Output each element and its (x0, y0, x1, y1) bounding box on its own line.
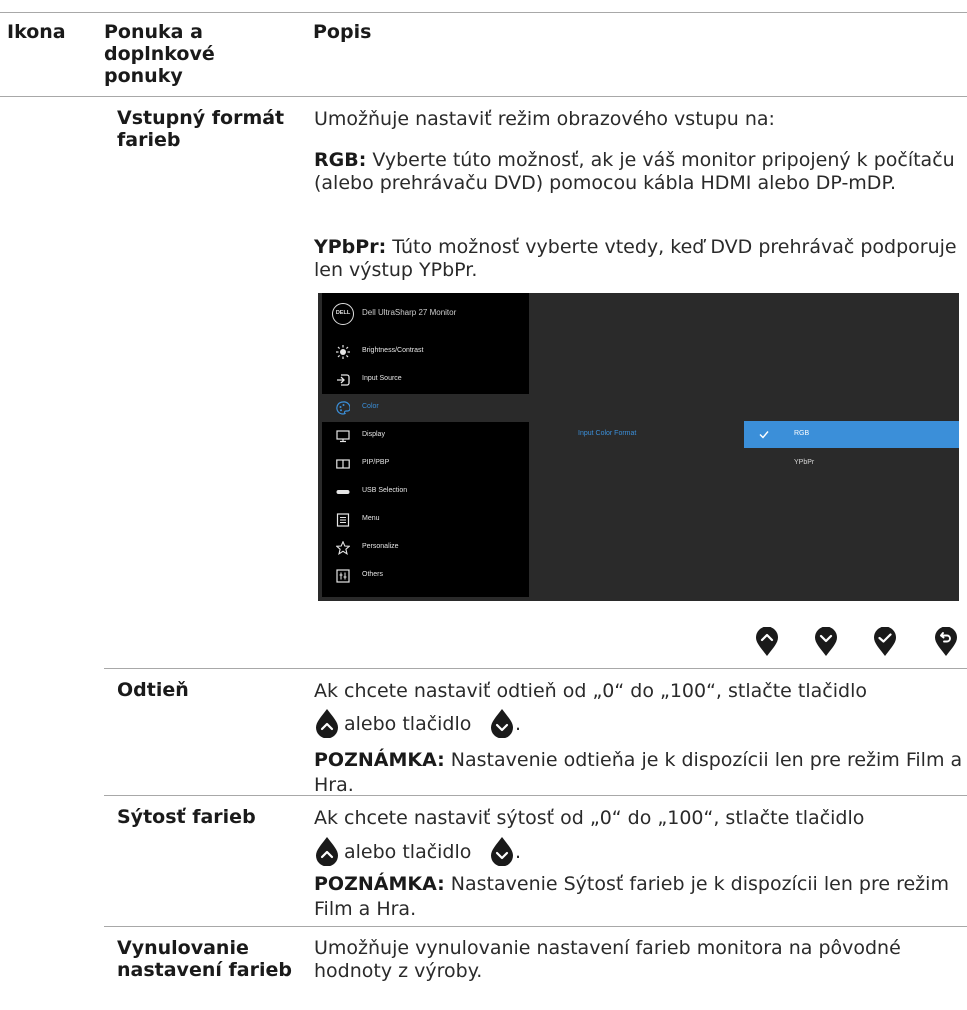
osd-item-menu[interactable]: Menu (322, 506, 529, 534)
pip-pbp-icon (336, 459, 350, 469)
row-rule-saturation (104, 795, 967, 796)
top-rule (0, 12, 967, 13)
display-icon (336, 430, 350, 443)
color-format-rgb-desc: RGB: Vyberte túto možnosť, ak je váš mon… (314, 149, 964, 195)
ypbpr-label: YPbPr: (314, 236, 387, 258)
others-icon (336, 569, 350, 583)
down-button-icon (815, 627, 837, 656)
col-header-desc: Popis (313, 21, 372, 43)
rgb-text: Vyberte túto možnosť, ak je váš monitor … (314, 149, 955, 194)
saturation-desc-line2: alebo tlačidlo . (314, 836, 964, 866)
menu-color-format: Vstupný formát farieb (117, 107, 285, 151)
menu-icon (336, 513, 350, 527)
osd-item-personalize[interactable]: Personalize (322, 534, 529, 562)
up-button-icon (756, 627, 778, 656)
hue-note: POZNÁMKA: Nastavenie odtieňa je k dispoz… (314, 748, 964, 798)
hue-note-label: POZNÁMKA: (314, 749, 445, 771)
down-button-icon (491, 709, 513, 738)
osd-item-input-source[interactable]: Input Source (322, 366, 529, 394)
saturation-note: POZNÁMKA: Nastavenie Sýtosť farieb je k … (314, 872, 964, 922)
osd-screenshot: DELL Dell UltraSharp 27 Monitor Brightne… (318, 293, 959, 601)
osd-main-menu: DELL Dell UltraSharp 27 Monitor Brightne… (322, 293, 529, 597)
header-rule (0, 96, 967, 97)
osd-item-usb-selection[interactable]: USB Selection (322, 478, 529, 506)
osd-item-others[interactable]: Others (322, 562, 529, 590)
osd-option-rgb[interactable]: RGB (744, 421, 959, 448)
brightness-icon (336, 345, 350, 359)
rgb-label: RGB: (314, 149, 367, 171)
back-button-icon (935, 627, 957, 656)
ok-button-icon (874, 627, 896, 656)
osd-submenu-label: Input Color Format (578, 430, 637, 437)
reset-desc: Umožňuje vynulovanie nastavení farieb mo… (314, 937, 901, 982)
up-button-icon (316, 709, 338, 738)
osd-item-pip-pbp[interactable]: PIP/PBP (322, 450, 529, 478)
col-header-icon: Ikona (7, 21, 66, 43)
osd-item-color[interactable]: Color (322, 394, 529, 422)
input-source-icon (337, 374, 350, 386)
up-button-icon (316, 837, 338, 866)
hue-desc-line1: Ak chcete nastaviť odtieň od „0“ do „100… (314, 680, 867, 702)
checkmark-icon (759, 431, 769, 439)
osd-title: Dell UltraSharp 27 Monitor (362, 308, 457, 317)
osd-option-ypbpr[interactable]: YPbPr (794, 459, 814, 466)
row-rule-reset (104, 926, 967, 927)
usb-icon (336, 490, 350, 494)
color-format-intro: Umožňuje nastaviť režim obrazového vstup… (314, 108, 775, 130)
menu-reset-color: Vynulovanie nastavení farieb (117, 937, 292, 981)
row-rule-hue (104, 668, 967, 669)
menu-hue: Odtieň (117, 679, 189, 701)
hue-desc-line2: alebo tlačidlo . (314, 708, 964, 738)
menu-saturation: Sýtosť farieb (117, 806, 256, 828)
saturation-desc-line1: Ak chcete nastaviť sýtosť od „0“ do „100… (314, 807, 865, 829)
color-format-ypbpr-desc: YPbPr: Túto možnosť vyberte vtedy, keď D… (314, 236, 964, 282)
col-header-menu: Ponuka a doplnkové ponuky (104, 21, 215, 87)
saturation-note-label: POZNÁMKA: (314, 873, 445, 895)
osd-item-brightness-contrast[interactable]: Brightness/Contrast (322, 338, 529, 366)
star-icon (336, 541, 350, 555)
osd-item-display[interactable]: Display (322, 422, 529, 450)
dell-logo: DELL (332, 303, 354, 325)
down-button-icon (491, 837, 513, 866)
color-palette-icon (336, 401, 350, 415)
ypbpr-text: Túto možnosť vyberte vtedy, keď DVD preh… (314, 236, 957, 281)
